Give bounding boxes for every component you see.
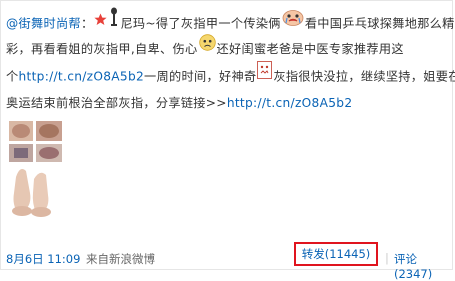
- repost-button[interactable]: 转发(11445): [294, 242, 378, 266]
- author-separator: ：: [80, 16, 94, 31]
- post-text-line1b: 看中国乒乓球探舞地那么精: [304, 16, 455, 31]
- short-link-1[interactable]: http://t.cn/zO8A5b2: [19, 70, 145, 84]
- surprised-face-icon: [257, 61, 273, 89]
- post-source: 来自新浪微博: [86, 252, 155, 266]
- post-text-line4a: 奥运结束前根治全部灰指，分享链接>>: [6, 96, 227, 110]
- weibo-post-card: @街舞时尚帮： 尼玛~得了灰指甲一个传染俩 看中国乒乓球探舞地那么精 彩，再看看姐的…: [0, 0, 455, 281]
- post-line-3: 个http://t.cn/zO8A5b2一周的时间，好神奇 灰指很快没拉，继续坚持…: [6, 61, 455, 90]
- post-text-line2b: 还好闺蜜老爸是中医专家推荐用这: [216, 42, 404, 56]
- post-line-1: @街舞时尚帮： 尼玛~得了灰指甲一个传染俩 看中国乒乓球探舞地那么精: [6, 7, 454, 37]
- post-line-2: 彩，再看看姐的灰指甲,自卑、伤心 还好闺蜜老爸是中医专家推荐用这: [6, 34, 450, 63]
- post-text-line3b: 一周的时间，好神奇: [144, 69, 257, 84]
- microphone-icon: [109, 7, 119, 37]
- author-link[interactable]: @街舞时尚帮: [6, 17, 81, 31]
- star-icon: [94, 9, 108, 36]
- action-divider: |: [385, 251, 389, 265]
- post-text-line3c: 灰指很快没拉，继续坚持，姐要在: [273, 69, 455, 84]
- post-text: @街舞时尚帮： 尼玛~得了灰指甲一个传染俩 看中国乒乓球探舞地那么精 彩，再看看姐的…: [6, 7, 455, 117]
- post-text-line3a: 个: [6, 69, 19, 84]
- post-timestamp[interactable]: 8月6日 11:09: [6, 251, 80, 267]
- post-text-line2a: 彩，再看看姐的灰指甲,自卑、伤心: [6, 42, 198, 56]
- comment-button[interactable]: 评论(2347): [394, 251, 446, 281]
- sad-face-icon: [198, 34, 216, 61]
- crying-face-icon: [282, 8, 304, 36]
- post-line-4: 奥运结束前根治全部灰指，分享链接>>http://t.cn/zO8A5b2: [6, 90, 450, 117]
- repost-count: 转发(11445): [301, 247, 371, 261]
- post-text-line1a: 尼玛~得了灰指甲一个传染俩: [120, 16, 281, 31]
- short-link-2[interactable]: http://t.cn/zO8A5b2: [227, 96, 353, 110]
- post-footer: 8月6日 11:09 来自新浪微博 转发(11445) | 评论(2347): [6, 242, 446, 281]
- post-image-thumbnail[interactable]: [6, 119, 66, 229]
